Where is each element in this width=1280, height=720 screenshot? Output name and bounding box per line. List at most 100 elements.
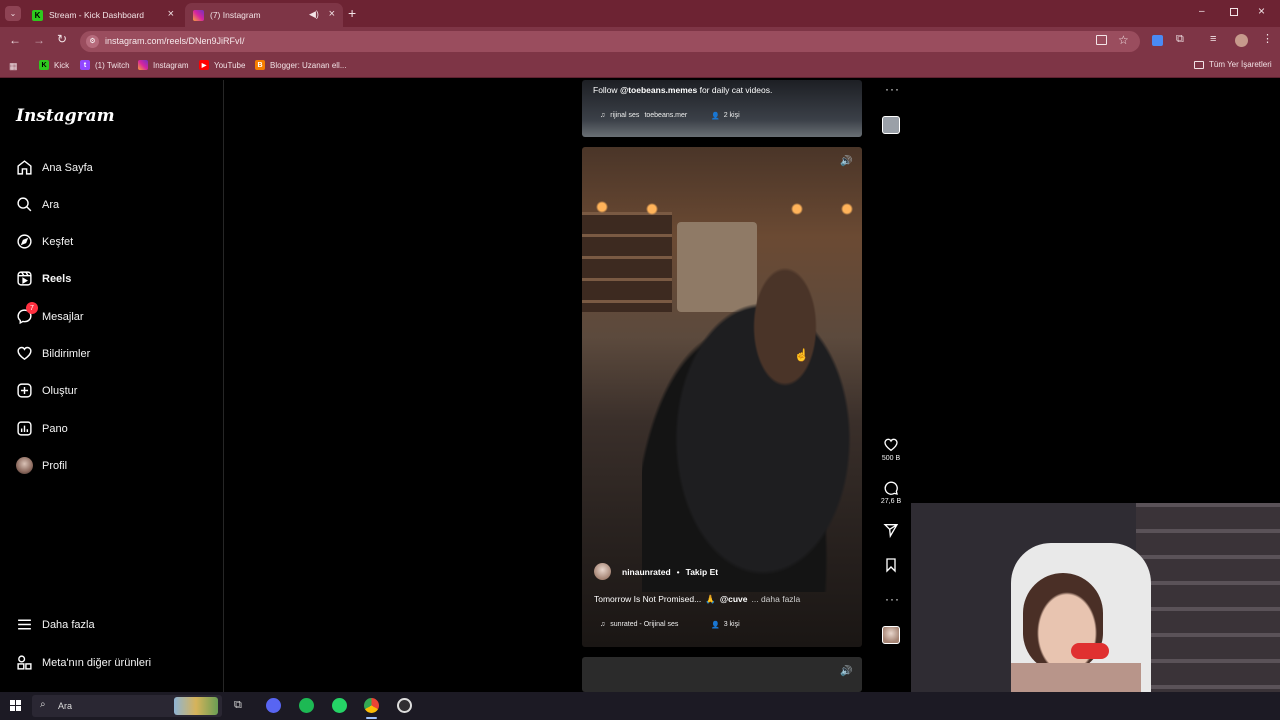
comment-count: 27,6 B [880, 498, 902, 505]
more-options-icon[interactable]: ··· [885, 592, 900, 606]
nav-home[interactable]: Ana Sayfa [16, 159, 93, 176]
instagram-sidebar: Instagram Ana Sayfa Ara Keşfet Reels 7 M… [0, 80, 224, 692]
bookmark-icon [886, 558, 896, 573]
send-icon [883, 524, 899, 538]
spotify-icon[interactable] [299, 698, 314, 713]
comment-action[interactable]: 27,6 B [878, 480, 904, 505]
reel-people[interactable]: 👤 2 kişi [711, 112, 740, 120]
bookmark-instagram[interactable]: Instagram [138, 60, 189, 70]
previous-reel[interactable]: Follow @toebeans.memes for daily cat vid… [582, 80, 862, 137]
chrome-icon[interactable] [364, 698, 379, 713]
search-icon: ⌕ [40, 699, 46, 710]
speaker-icon[interactable]: 🔊 [840, 666, 852, 677]
extensions-icon[interactable]: ⧉ [1176, 33, 1184, 46]
whatsapp-icon[interactable] [332, 698, 347, 713]
bookmark-kick[interactable]: K Kick [39, 60, 69, 70]
taskbar-search[interactable]: ⌕ Ara [32, 695, 222, 717]
more-options-icon[interactable]: ··· [885, 82, 900, 96]
nav-profile[interactable]: Profil [16, 457, 67, 474]
bookmark-blogger[interactable]: B Blogger: Uzanan ell... [255, 60, 347, 70]
person-figure [642, 252, 862, 592]
caption-mention[interactable]: @toebeans.memes [620, 85, 697, 95]
new-tab-button[interactable]: + [348, 5, 356, 21]
avatar-icon [16, 457, 33, 474]
nav-more[interactable]: Daha fazla [16, 616, 95, 633]
instagram-icon [193, 9, 204, 21]
tab-search-button[interactable]: ⌄ [5, 6, 21, 21]
nav-explore[interactable]: Keşfet [16, 233, 73, 250]
speaker-icon[interactable]: 🔊 [840, 156, 852, 167]
windows-start-icon[interactable] [10, 700, 21, 711]
tab-kick-dashboard[interactable]: K Stream - Kick Dashboard × [24, 3, 182, 27]
all-bookmarks[interactable]: Tüm Yer İşaretleri [1194, 60, 1272, 69]
person-icon: 👤 [711, 113, 720, 120]
translate-icon[interactable] [1152, 35, 1163, 46]
reel-audio[interactable]: ♫ rijinal ses toebeans.mer [600, 112, 687, 119]
minimize-button[interactable]: – [1199, 6, 1205, 17]
task-view-icon[interactable]: ⧉ [234, 699, 242, 712]
dashboard-icon [17, 421, 32, 436]
reload-icon[interactable]: ↻ [57, 32, 67, 46]
windows-taskbar: ⌕ Ara ⧉ [0, 692, 1280, 720]
person-icon: 👤 [711, 622, 720, 629]
audio-thumbnail[interactable] [882, 626, 900, 644]
close-window-button[interactable]: × [1258, 4, 1265, 18]
like-action[interactable]: 500 B [878, 437, 904, 462]
search-icon [17, 197, 32, 212]
bookmark-twitch[interactable]: t (1) Twitch [80, 60, 130, 70]
nav-meta-products[interactable]: Meta'nın diğer ürünleri [16, 654, 151, 671]
folder-icon [1194, 60, 1204, 69]
nav-search[interactable]: Ara [16, 196, 59, 213]
address-bar[interactable]: ⚙ instagram.com/reels/DNen9JiRFvI/ ☆ [80, 31, 1140, 52]
save-action[interactable] [878, 557, 904, 573]
back-arrow-icon[interactable]: ← [9, 33, 21, 47]
speaker-icon[interactable]: ◀) [309, 9, 319, 20]
webcam-overlay [911, 503, 1280, 692]
blogger-icon: B [255, 60, 265, 70]
reel-video[interactable]: 🔊 ninaunrated • Takip Et Tomorrow Is Not… [582, 147, 862, 647]
obs-icon[interactable] [397, 698, 412, 713]
bookmarks-bar: ▦ K Kick t (1) Twitch Instagram ▶ YouTube B… [0, 55, 1280, 78]
discord-icon[interactable] [266, 698, 281, 713]
close-tab-icon[interactable]: × [329, 8, 335, 20]
install-icon[interactable] [1096, 35, 1107, 45]
follow-button[interactable]: Takip Et [686, 567, 718, 577]
caption-mention[interactable]: @cuve [720, 594, 748, 605]
nav-create[interactable]: Oluştur [16, 382, 77, 399]
apps-icon[interactable]: ▦ [9, 61, 18, 72]
audio-thumbnail[interactable] [882, 116, 900, 134]
site-info-icon[interactable]: ⚙ [86, 35, 99, 48]
url-text: instagram.com/reels/DNen9JiRFvI/ [105, 36, 245, 46]
reel-username[interactable]: ninaunrated [622, 567, 671, 577]
next-reel[interactable]: 🔊 [582, 657, 862, 692]
tab-title: Stream - Kick Dashboard [49, 10, 144, 20]
profile-avatar[interactable] [1235, 34, 1248, 47]
restore-button[interactable] [1230, 8, 1238, 16]
star-icon[interactable]: ☆ [1118, 33, 1129, 47]
reel-audio[interactable]: ♫ sunrated - Orijinal ses [600, 621, 678, 628]
pendant-lights [582, 197, 862, 217]
close-tab-icon[interactable]: × [168, 8, 174, 20]
bookmark-youtube[interactable]: ▶ YouTube [199, 60, 245, 70]
media-controls-icon[interactable]: ≡ [1210, 33, 1216, 45]
reel-caption: Follow @toebeans.memes for daily cat vid… [593, 85, 773, 95]
room-shelves [1136, 503, 1280, 692]
nav-notifications[interactable]: Bildirimler [16, 345, 90, 362]
nav-messages[interactable]: 7 Mesajlar [16, 302, 84, 325]
share-action[interactable] [878, 522, 904, 538]
read-more-link[interactable]: ... daha fazla [752, 594, 801, 605]
forward-arrow-icon[interactable]: → [33, 33, 45, 47]
nav-reels[interactable]: Reels [16, 270, 71, 287]
browser-toolbar: ← → ↻ ⚙ instagram.com/reels/DNen9JiRFvI/… [0, 27, 1280, 55]
tab-instagram[interactable]: (7) Instagram ◀) × [185, 3, 343, 27]
nav-dashboard[interactable]: Pano [16, 420, 68, 437]
search-placeholder: Ara [58, 701, 73, 711]
menu-icon[interactable]: ⋮ [1262, 32, 1273, 45]
hamburger-menu-icon [18, 619, 31, 630]
instagram-logo[interactable]: Instagram [16, 106, 115, 126]
reel-caption[interactable]: Tomorrow Is Not Promised... 🙏 @cuve ... … [594, 594, 800, 605]
reel-author-avatar[interactable] [594, 563, 611, 580]
compass-icon [17, 234, 32, 249]
comment-icon [884, 481, 898, 495]
reel-people[interactable]: 👤 3 kişi [711, 621, 740, 629]
